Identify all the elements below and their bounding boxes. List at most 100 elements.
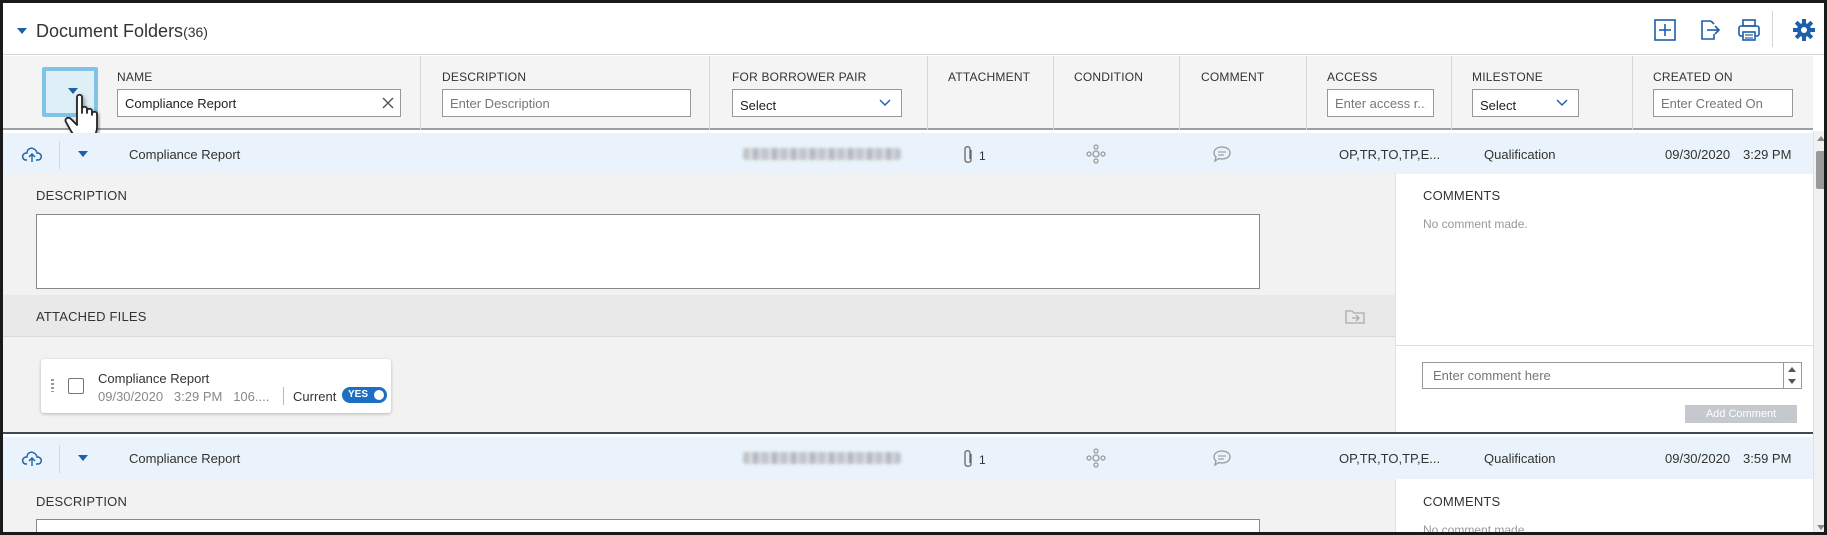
row-access: OP,TR,TO,TP,E... <box>1339 451 1441 466</box>
comments-section-title: COMMENTS <box>1423 188 1501 203</box>
scroll-up-icon[interactable] <box>1817 136 1824 141</box>
clear-icon[interactable] <box>381 96 395 110</box>
row-detail-panel: DESCRIPTION COMMENTS No comment made. <box>3 479 1813 535</box>
spinner-down-icon[interactable] <box>1788 379 1796 384</box>
print-icon[interactable] <box>1736 17 1762 43</box>
created-on-column: CREATED ON <box>1632 56 1813 130</box>
paperclip-icon[interactable] <box>961 144 975 166</box>
borrower-pair-redacted <box>743 452 901 464</box>
milestone-selected: Select <box>1480 98 1517 113</box>
condition-icon[interactable] <box>1086 144 1106 164</box>
row-document-name[interactable]: Compliance Report <box>129 147 240 162</box>
attached-file-card[interactable]: Compliance Report 09/30/2020 3:29 PM 106… <box>41 359 391 413</box>
toggle-knob <box>374 390 384 400</box>
milestone-column: MILESTONE Select <box>1451 56 1632 130</box>
row-document-name[interactable]: Compliance Report <box>129 451 240 466</box>
comments-section: COMMENTS No comment made. <box>1395 479 1813 535</box>
settings-icon[interactable] <box>1791 17 1817 43</box>
file-divider <box>283 387 284 405</box>
condition-column-label: CONDITION <box>1074 70 1144 84</box>
attachment-count: 1 <box>979 149 986 163</box>
comment-column-label: COMMENT <box>1201 70 1265 84</box>
row-divider <box>59 141 60 169</box>
chevron-down-icon <box>879 99 891 106</box>
upload-cloud-icon[interactable] <box>21 449 43 467</box>
description-column-label: DESCRIPTION <box>442 70 527 84</box>
borrower-pair-select[interactable]: Select <box>732 89 902 117</box>
created-on-filter-input[interactable] <box>1653 89 1793 117</box>
row-divider <box>59 445 60 473</box>
row-created-time: 3:29 PM <box>1743 147 1792 162</box>
scroll-thumb[interactable] <box>1816 151 1824 189</box>
add-icon[interactable] <box>1652 17 1678 43</box>
drag-handle-icon[interactable] <box>51 379 54 392</box>
paperclip-icon[interactable] <box>961 448 975 470</box>
access-column-label: ACCESS <box>1327 70 1378 84</box>
created-on-column-label: CREATED ON <box>1653 70 1733 84</box>
file-time: 3:29 PM <box>173 389 223 404</box>
row-milestone: Qualification <box>1484 147 1556 162</box>
row-created-date: 09/30/2020 <box>1665 147 1731 162</box>
attachment-column-label: ATTACHMENT <box>948 70 1031 84</box>
row-detail-panel: DESCRIPTION ATTACHED FILES Compliance Re… <box>3 174 1814 434</box>
row-access: OP,TR,TO,TP,E... <box>1339 147 1441 162</box>
detail-left-section: DESCRIPTION ATTACHED FILES Compliance Re… <box>3 174 1395 432</box>
milestone-select[interactable]: Select <box>1472 89 1579 117</box>
borrower-pair-column-label: FOR BORROWER PAIR <box>732 70 867 84</box>
detail-left-section: DESCRIPTION <box>3 479 1395 532</box>
comments-section: COMMENTS No comment made. Add Comment <box>1395 174 1814 432</box>
milestone-column-label: MILESTONE <box>1472 70 1543 84</box>
row-milestone: Qualification <box>1484 451 1556 466</box>
attachment-count: 1 <box>979 453 986 467</box>
collapse-caret-icon[interactable] <box>17 28 27 34</box>
scroll-down-icon[interactable] <box>1817 525 1824 530</box>
upload-cloud-icon[interactable] <box>21 145 43 163</box>
description-textarea[interactable] <box>36 519 1260 532</box>
document-folders-panel: Document Folders(36) NAME Compliance Rep… <box>0 0 1827 535</box>
row-expand-caret-icon[interactable] <box>78 455 88 461</box>
row-expand-caret-icon[interactable] <box>78 151 88 157</box>
description-section-title: DESCRIPTION <box>36 494 128 509</box>
filter-header-row: NAME DESCRIPTION FOR BORROWER PAIR Selec… <box>3 56 1813 130</box>
name-filter-input[interactable] <box>117 89 401 117</box>
access-filter-input[interactable] <box>1327 89 1434 117</box>
table-row[interactable]: Compliance Report 1 OP,TR,TO,TP,E... Qua… <box>3 437 1813 479</box>
current-toggle[interactable]: YES <box>342 387 387 403</box>
condition-column: CONDITION <box>1053 56 1179 130</box>
attachment-column: ATTACHMENT <box>927 56 1053 130</box>
vertical-scrollbar[interactable] <box>1813 131 1824 532</box>
export-icon[interactable] <box>1696 17 1722 43</box>
description-filter-input[interactable] <box>442 89 691 117</box>
comment-bubble-icon[interactable] <box>1212 449 1232 467</box>
spinner-up-icon[interactable] <box>1788 367 1796 372</box>
name-column: NAME <box>103 56 420 130</box>
row-created-time: 3:59 PM <box>1743 451 1792 466</box>
toolbar-divider <box>1772 11 1773 47</box>
description-section-title: DESCRIPTION <box>36 188 128 203</box>
folder-count: (36) <box>183 24 208 40</box>
attached-files-header: ATTACHED FILES <box>3 295 1395 337</box>
row-created-date: 09/30/2020 <box>1665 451 1731 466</box>
attached-files-title: ATTACHED FILES <box>36 309 147 324</box>
no-comment-text: No comment made. <box>1423 523 1528 535</box>
comment-input[interactable] <box>1422 362 1784 389</box>
toggle-label: YES <box>348 389 369 400</box>
condition-icon[interactable] <box>1086 448 1106 468</box>
panel-title: Document Folders(36) <box>36 21 208 41</box>
file-checkbox[interactable] <box>68 378 84 394</box>
description-column: DESCRIPTION <box>420 56 709 130</box>
borrower-pair-selected: Select <box>740 98 777 113</box>
comment-divider <box>1396 345 1814 346</box>
comment-column: COMMENT <box>1179 56 1306 130</box>
no-comment-text: No comment made. <box>1423 217 1528 231</box>
add-comment-button[interactable]: Add Comment <box>1685 405 1797 423</box>
description-textarea[interactable] <box>36 214 1260 289</box>
comment-bubble-icon[interactable] <box>1212 145 1232 163</box>
move-folder-icon[interactable] <box>1344 307 1366 325</box>
table-row[interactable]: Compliance Report 1 OP,TR,TO,TP,E... Qua… <box>3 133 1813 175</box>
title-bar: Document Folders(36) <box>3 3 1824 55</box>
comment-spinner[interactable] <box>1784 362 1802 389</box>
file-meta: 09/30/2020 3:29 PM 106.... <box>98 389 269 404</box>
file-name[interactable]: Compliance Report <box>98 371 209 386</box>
borrower-pair-redacted <box>743 148 901 160</box>
